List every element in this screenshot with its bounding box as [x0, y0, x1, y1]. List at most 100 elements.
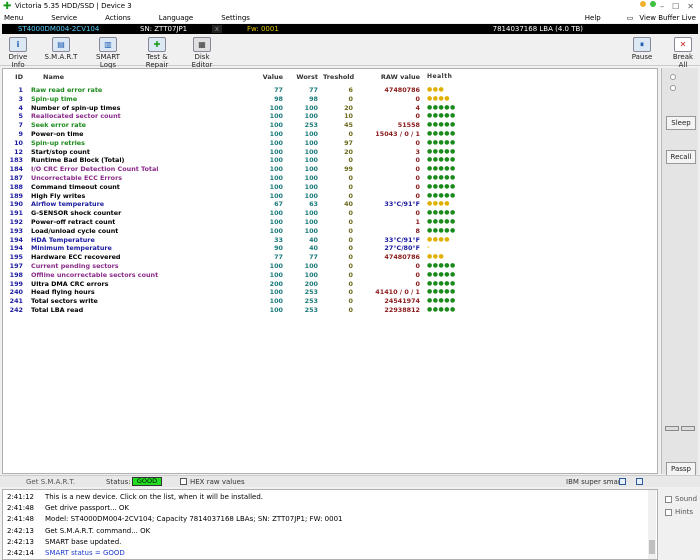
table-row[interactable]: 191 G-SENSOR shock counter 100 100 0 0 ●●●●● [3, 209, 657, 218]
attr-health: ●●●●● [427, 279, 456, 287]
table-row[interactable]: 7 Seek error rate 100 253 45 51558 ●●●●● [3, 121, 657, 130]
col-health[interactable]: Health [427, 73, 452, 80]
attr-raw: 15043 / 0 / 1 [375, 130, 420, 138]
attr-id: 7 [18, 121, 23, 130]
menu-item-actions[interactable]: Actions [101, 14, 131, 22]
table-row[interactable]: 184 I/O CRC Error Detection Count Total 10… [3, 165, 657, 174]
smart-table[interactable]: ID Name Value Worst Treshold RAW value H… [2, 68, 658, 474]
col-treshold[interactable]: Treshold [323, 73, 354, 81]
test-repair-button[interactable]: ✚ Test & Repair [134, 37, 180, 69]
table-row[interactable]: 12 Start/stop count 100 100 20 3 ●●●●● [3, 148, 657, 157]
table-row[interactable]: 1 Raw read error rate 77 77 6 47480786 ●●● [3, 86, 657, 95]
small-button-1[interactable] [665, 426, 679, 431]
table-row[interactable]: 240 Head flying hours 100 253 0 41410 / 0 / 1… [3, 288, 657, 297]
table-row[interactable]: 194 HDA Temperature 33 40 0 33°C/91°F ●●●● [3, 236, 657, 245]
sound-checkbox[interactable] [665, 495, 672, 503]
attr-health: ●●●●● [427, 174, 456, 181]
table-row[interactable]: 188 Command timeout count 100 100 0 0 ●●●●● [3, 183, 657, 192]
attr-id: 3 [18, 94, 23, 103]
col-id[interactable]: ID [3, 73, 23, 81]
attr-value: 100 [269, 209, 283, 218]
col-value[interactable]: Value [243, 73, 283, 81]
sleep-button[interactable]: Sleep [666, 116, 696, 130]
maximize-icon[interactable]: ☐ [672, 2, 679, 11]
table-row[interactable]: 198 Offline uncorrectable sectors count 10… [3, 271, 657, 280]
table-row[interactable]: 3 Spin-up time 98 98 0 0 ●●●● [3, 95, 657, 104]
smart-button[interactable]: ▤ S.M.A.R.T [44, 37, 78, 61]
menu-item-language[interactable]: Language [155, 14, 194, 22]
table-row[interactable]: 5 Reallocated sector count 100 100 10 0 ●●●●● [3, 112, 657, 121]
table-row[interactable]: 241 Total sectors write 100 253 0 24541974 ●●●… [3, 297, 657, 306]
recall-button[interactable]: Recall [666, 150, 696, 164]
hex-raw-checkbox[interactable] [180, 478, 187, 485]
log-time: 2:42:13 [7, 537, 34, 546]
table-row[interactable]: 194 Minimum temperature 90 40 0 27°C/80°F - [3, 244, 657, 253]
attr-health: ●●●●● [427, 191, 456, 199]
drive-info-button[interactable]: i Drive Info [2, 37, 34, 69]
table-row[interactable]: 10 Spin-up retries 100 100 97 0 ●●●●● [3, 139, 657, 148]
smart-logs-button[interactable]: ▥ SMART Logs [88, 37, 128, 69]
table-row[interactable]: 199 Ultra DMA CRC errors 200 200 0 0 ●●●●● [3, 280, 657, 289]
attr-id: 10 [14, 138, 23, 147]
hints-checkbox[interactable] [665, 508, 672, 516]
table-row[interactable]: 183 Runtime Bad Block (Total) 100 100 0 0 ●●●●… [3, 156, 657, 165]
attr-health: ●●●● [427, 200, 450, 208]
log-panel[interactable]: 2:41:12 This is a new device. Click on th… [2, 489, 658, 560]
table-row[interactable]: 193 Load/unload cycle count 100 100 0 8 ●●●●● [3, 227, 657, 236]
monitor-icon: ▭ [626, 13, 634, 22]
hints-option[interactable]: Hints [665, 508, 693, 516]
view-buffer-live[interactable]: ▭ View Buffer Live [619, 14, 696, 22]
attr-value: 100 [269, 306, 283, 314]
ibm-help-icon[interactable] [636, 478, 643, 485]
attr-treshold: 0 [348, 235, 353, 244]
small-button-2[interactable] [681, 426, 695, 431]
minimize-icon[interactable]: – [660, 2, 664, 11]
passp-button[interactable]: Passp [666, 462, 696, 476]
attr-health: ●●●●● [427, 130, 456, 137]
attr-worst: 100 [304, 182, 318, 191]
ibm-super-smart-checkbox[interactable] [619, 478, 626, 485]
menu-item-settings[interactable]: Settings [217, 14, 250, 22]
table-row[interactable]: 187 Uncorrectable ECC Errors 100 100 0 0 ●●●●● [3, 174, 657, 183]
attr-name: Head flying hours [31, 288, 95, 297]
table-row[interactable]: 189 High Fly writes 100 100 0 0 ●●●●● [3, 192, 657, 201]
close-icon[interactable]: ✕ [687, 2, 694, 11]
col-worst[interactable]: Worst [288, 73, 318, 81]
get-smart-button[interactable]: Get S.M.A.R.T. [26, 478, 75, 486]
table-row[interactable]: 9 Power-on time 100 100 0 15043 / 0 / 1 ●●●●● [3, 130, 657, 139]
attr-name: Hardware ECC recovered [31, 253, 121, 262]
attr-health: ●●●●● [427, 297, 456, 305]
disk-editor-button[interactable]: ▦ Disk Editor [184, 37, 220, 69]
log-scroll-thumb[interactable] [649, 540, 655, 554]
status-dot-green-icon [650, 1, 656, 7]
device-bar[interactable]: ST4000DM004-2CV104 SN: ZTT07JP1 x Fw: 00… [2, 24, 698, 34]
log-scrollbar[interactable] [648, 490, 656, 559]
table-row[interactable]: 190 Airflow temperature 67 63 40 33°C/91°F ●●●… [3, 200, 657, 209]
attr-raw: 47480786 [384, 86, 420, 94]
attr-name: Power-on time [31, 130, 84, 138]
menu-item-menu[interactable]: Menu [0, 14, 23, 22]
col-raw[interactable]: RAW value [358, 73, 420, 81]
attr-name: Total sectors write [31, 297, 98, 306]
attr-value: 33 [274, 235, 283, 244]
status-bar: Get S.M.A.R.T. Status: GOOD HEX raw valu… [0, 475, 700, 487]
table-row[interactable]: 197 Current pending sectors 100 100 0 0 ●●●●● [3, 262, 657, 271]
table-row[interactable]: 195 Hardware ECC recovered 77 77 0 47480786 ●●… [3, 253, 657, 262]
table-row[interactable]: 192 Power-off retract count 100 100 0 1 ●●●●● [3, 218, 657, 227]
radio-option-2[interactable] [670, 85, 676, 91]
attr-name: Uncorrectable ECC Errors [31, 174, 123, 182]
menu-item-help[interactable]: Help [581, 14, 601, 22]
table-row[interactable]: 4 Number of spin-up times 100 100 20 4 ●●●●● [3, 104, 657, 113]
close-device-icon[interactable]: x [212, 25, 222, 33]
menu-item-service[interactable]: Service [47, 14, 77, 22]
col-name[interactable]: Name [43, 73, 64, 81]
break-all-button[interactable]: ✕ Break All [668, 37, 698, 69]
table-row[interactable]: 242 Total LBA read 100 253 0 22938812 ●●●●● [3, 306, 657, 315]
attr-name: Power-off retract count [31, 218, 116, 226]
radio-option-1[interactable] [670, 74, 676, 80]
pause-button[interactable]: ⏸ Pause [630, 37, 654, 61]
sound-option[interactable]: Sound [665, 495, 697, 503]
attr-id: 191 [9, 209, 23, 218]
menu-bar: Menu Service Actions Language Settings H… [0, 12, 700, 23]
attr-treshold: 6 [348, 86, 353, 94]
